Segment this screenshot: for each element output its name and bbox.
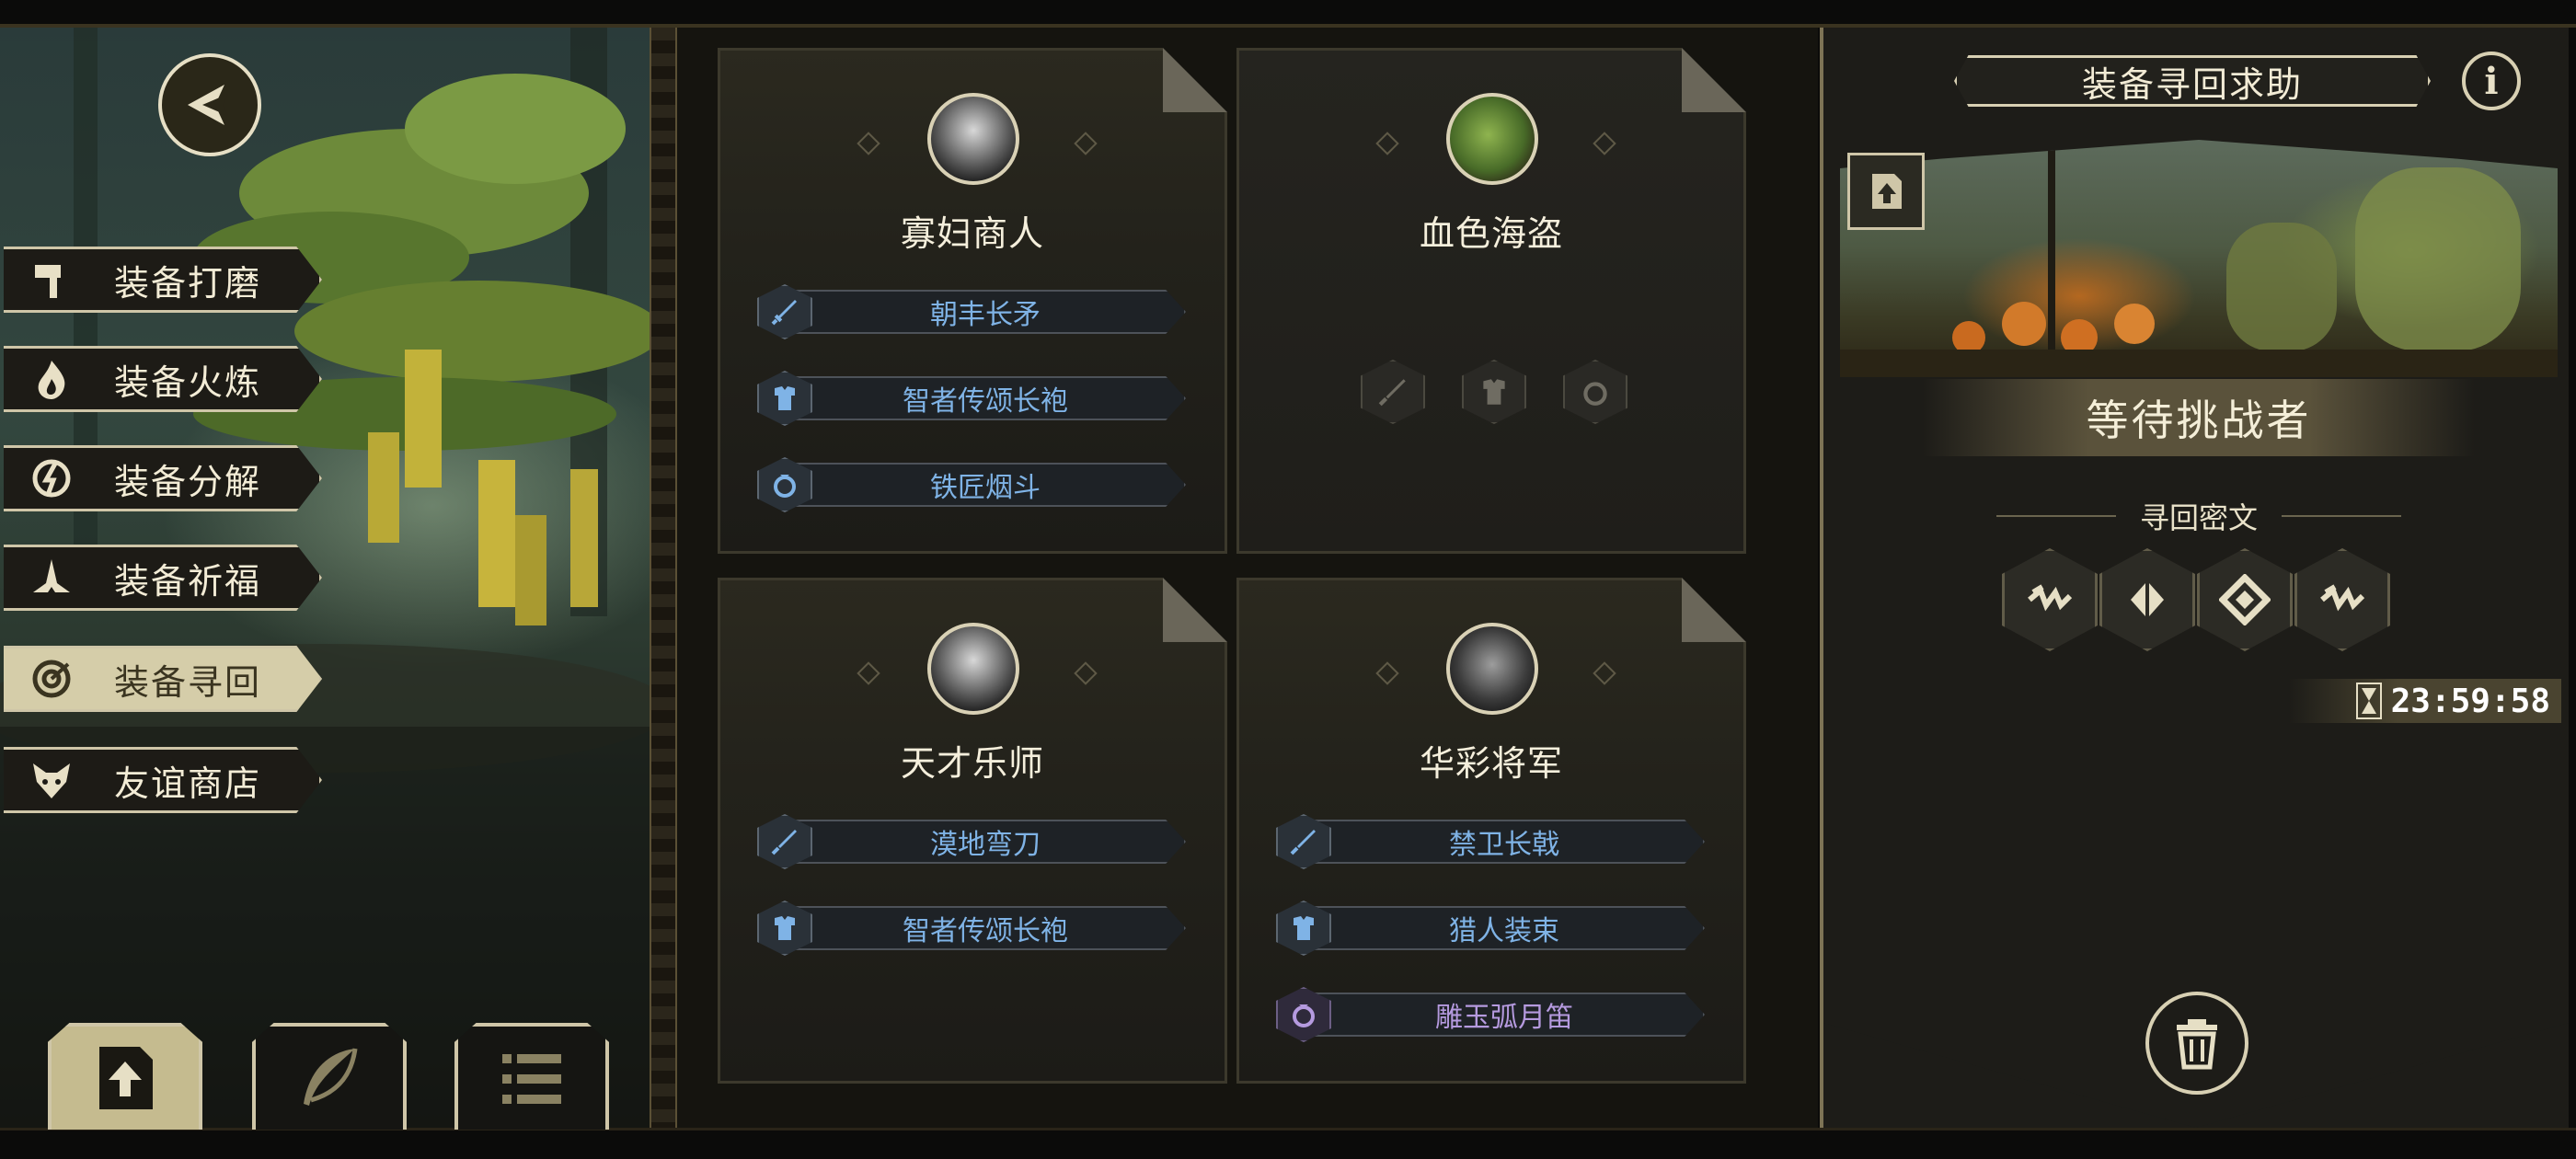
upload-button[interactable] bbox=[48, 1023, 202, 1130]
ornament-diamond bbox=[1593, 661, 1616, 685]
equipment-item[interactable]: 猎人装束 bbox=[1276, 901, 1705, 956]
menu-item-friendship-shop[interactable]: 友谊商店 bbox=[4, 747, 322, 813]
equipment-item[interactable]: 智者传颂长袍 bbox=[757, 371, 1186, 426]
empty-ring-slot bbox=[1563, 360, 1627, 424]
ornament-diamond bbox=[1074, 661, 1098, 685]
panel-title: 装备寻回求助 bbox=[1954, 55, 2431, 107]
ornate-divider bbox=[650, 28, 677, 1128]
status-banner: 等待挑战者 bbox=[1923, 379, 2475, 456]
equipment-label: 漠地弯刀 bbox=[785, 820, 1186, 864]
info-button[interactable]: i bbox=[2462, 52, 2521, 110]
armor-icon bbox=[1483, 379, 1505, 405]
menu-item-label: 装备寻回 bbox=[114, 661, 262, 703]
menu-item-forge[interactable]: 装备火炼 bbox=[4, 346, 322, 412]
list-icon bbox=[502, 1054, 561, 1104]
back-arrow-icon bbox=[188, 85, 228, 125]
menu-item-label: 装备火炼 bbox=[114, 361, 262, 403]
equipment-label: 智者传颂长袍 bbox=[785, 376, 1186, 420]
back-button[interactable] bbox=[158, 53, 261, 156]
sword-icon bbox=[1378, 379, 1406, 407]
ornament-diamond bbox=[1593, 132, 1616, 155]
equipment-item[interactable]: 雕玉弧月笛 bbox=[1276, 987, 1705, 1042]
equipment-label: 雕玉弧月笛 bbox=[1304, 993, 1705, 1037]
disassemble-icon bbox=[26, 453, 77, 504]
equipment-label: 猎人装束 bbox=[1304, 906, 1705, 950]
avatar bbox=[1446, 623, 1538, 715]
menu-item-label: 装备祈福 bbox=[114, 560, 262, 602]
menu-item-label: 友谊商店 bbox=[114, 763, 262, 804]
character-name: 华彩将军 bbox=[1419, 743, 1563, 784]
equipment-item[interactable]: 铁匠烟斗 bbox=[757, 457, 1186, 512]
ornament-diamond bbox=[857, 661, 880, 685]
list-button[interactable] bbox=[454, 1023, 609, 1130]
empty-armor-slot bbox=[1462, 360, 1526, 424]
praying-hands-icon bbox=[26, 552, 77, 603]
avatar bbox=[927, 93, 1019, 185]
equipment-item[interactable]: 禁卫长戟 bbox=[1276, 814, 1705, 869]
avatar bbox=[1446, 93, 1538, 185]
character-name: 血色海盗 bbox=[1419, 213, 1563, 254]
upload-thumbnail-button[interactable] bbox=[1847, 153, 1925, 230]
equipment-label: 禁卫长戟 bbox=[1304, 820, 1705, 864]
equipment-label: 朝丰长矛 bbox=[785, 290, 1186, 334]
menu-item-retrieve[interactable]: 装备寻回 bbox=[4, 646, 322, 712]
fox-icon bbox=[26, 754, 77, 806]
menu-item-bless[interactable]: 装备祈福 bbox=[4, 545, 322, 611]
divider-line bbox=[2282, 515, 2401, 517]
challenger-card[interactable]: 血色海盗 bbox=[1236, 48, 1746, 554]
character-name: 寡妇商人 bbox=[900, 213, 1044, 254]
challenger-card[interactable]: 寡妇商人 朝丰长矛 智者传颂长袍 铁匠烟斗 bbox=[718, 48, 1227, 554]
menu-item-polish[interactable]: 装备打磨 bbox=[4, 247, 322, 313]
delete-button[interactable] bbox=[2145, 992, 2248, 1095]
hourglass-icon bbox=[2355, 683, 2382, 719]
menu-item-label: 装备分解 bbox=[114, 461, 262, 502]
avatar bbox=[927, 623, 1019, 715]
challenger-card[interactable]: 天才乐师 漠地弯刀 智者传颂长袍 bbox=[718, 578, 1227, 1084]
equipment-item[interactable]: 智者传颂长袍 bbox=[757, 901, 1186, 956]
upload-icon bbox=[1872, 174, 1902, 209]
menu-item-label: 装备打磨 bbox=[114, 262, 262, 304]
trash-icon bbox=[2177, 1019, 2217, 1070]
card-corner-fold bbox=[1682, 48, 1746, 112]
equipment-item[interactable]: 朝丰长矛 bbox=[757, 284, 1186, 339]
ornament-diamond bbox=[857, 132, 880, 155]
equipment-item[interactable]: 漠地弯刀 bbox=[757, 814, 1186, 869]
empty-weapon-slot bbox=[1361, 360, 1425, 424]
card-corner-fold bbox=[1682, 578, 1746, 642]
flame-icon bbox=[26, 353, 77, 405]
countdown-timer: 23:59:58 bbox=[2289, 679, 2561, 723]
info-icon: i bbox=[2484, 59, 2499, 103]
location-illustration bbox=[1840, 140, 2558, 377]
equipment-label: 智者传颂长袍 bbox=[785, 906, 1186, 950]
village-scene-art bbox=[1840, 149, 2558, 377]
challenger-card[interactable]: 华彩将军 禁卫长戟 猎人装束 雕玉弧月笛 bbox=[1236, 578, 1746, 1084]
ornament-diamond bbox=[1375, 132, 1399, 155]
feather-icon bbox=[304, 1048, 358, 1106]
card-corner-fold bbox=[1163, 48, 1227, 112]
target-icon bbox=[26, 653, 77, 705]
card-corner-fold bbox=[1163, 578, 1227, 642]
upload-icon bbox=[99, 1047, 153, 1109]
ornament-diamond bbox=[1375, 661, 1399, 685]
ornament-diamond bbox=[1074, 132, 1098, 155]
character-name: 天才乐师 bbox=[900, 743, 1044, 784]
menu-item-disassemble[interactable]: 装备分解 bbox=[4, 445, 322, 511]
feather-button[interactable] bbox=[252, 1023, 407, 1130]
ring-icon bbox=[1583, 382, 1607, 406]
hammer-icon bbox=[26, 254, 77, 305]
equipment-label: 铁匠烟斗 bbox=[785, 463, 1186, 507]
timer-text: 23:59:58 bbox=[2390, 682, 2550, 720]
